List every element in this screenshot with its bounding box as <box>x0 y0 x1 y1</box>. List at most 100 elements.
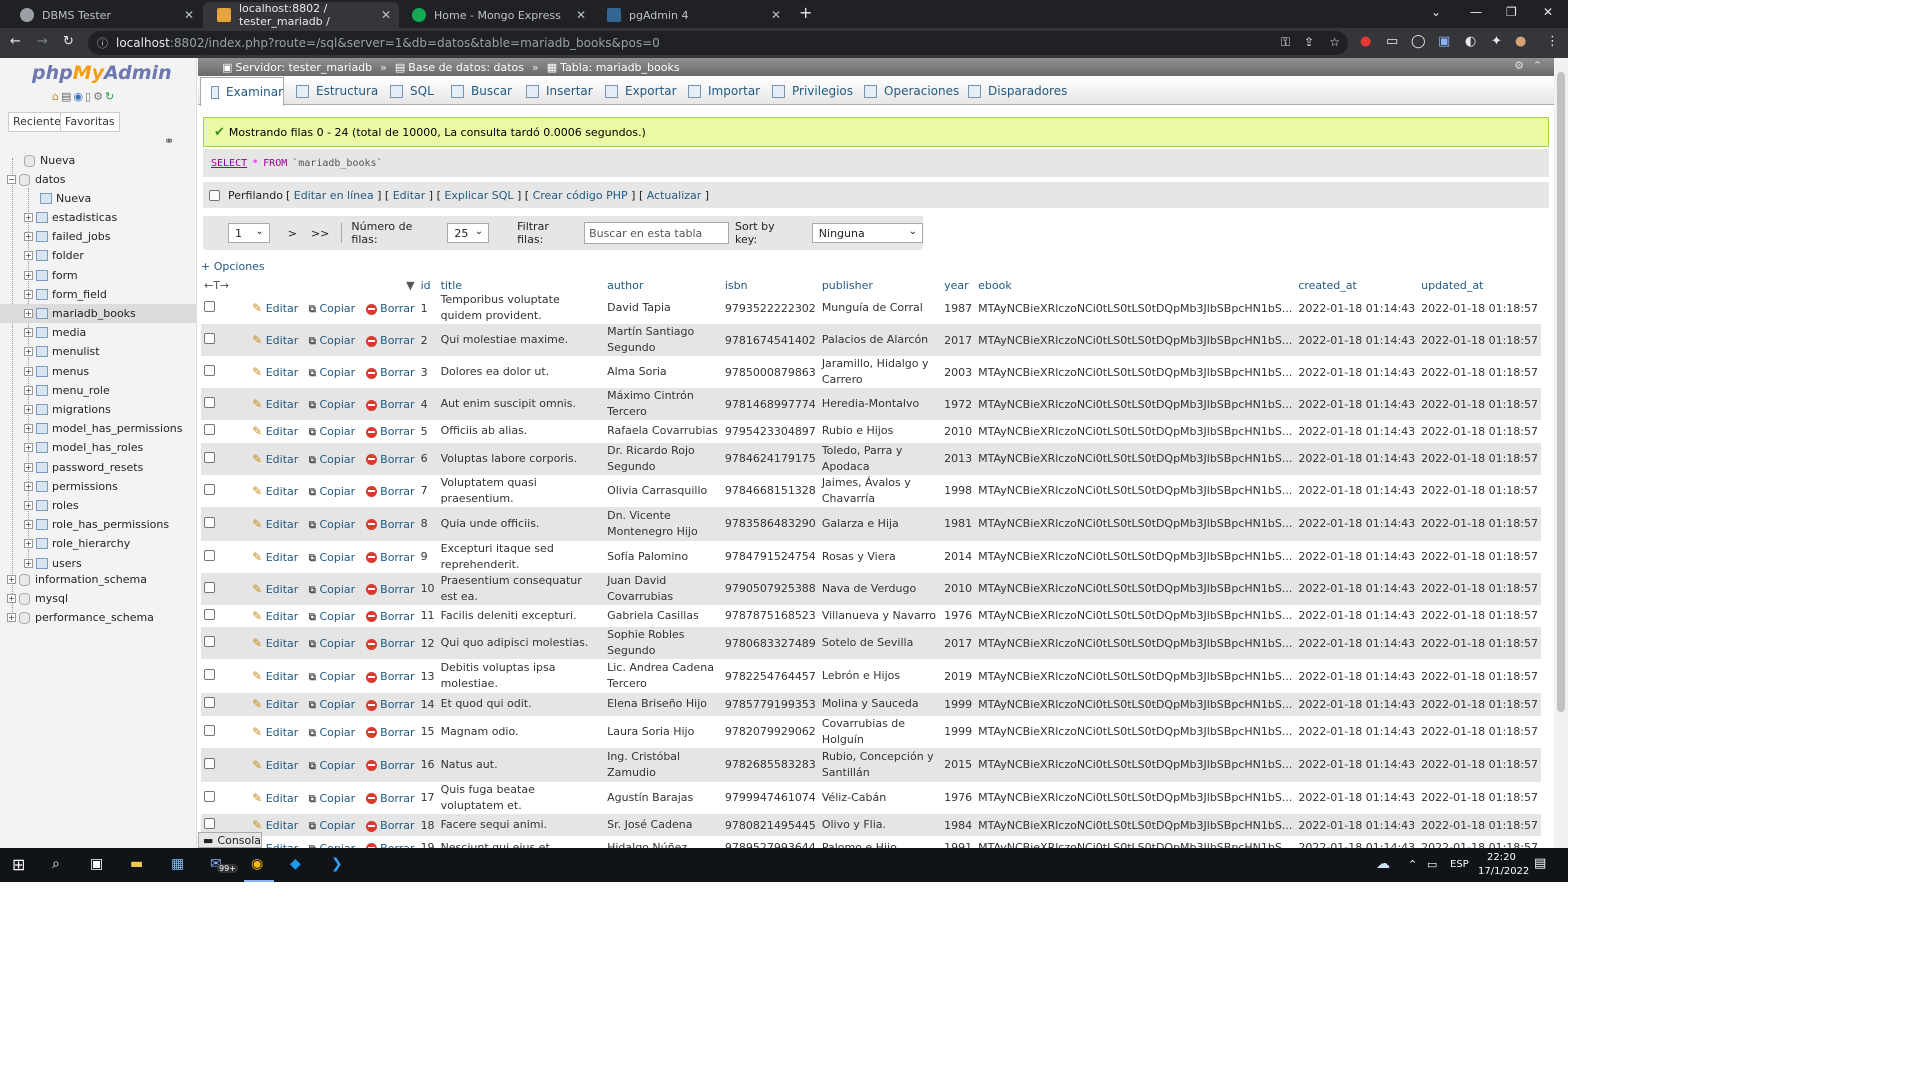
sort-select[interactable]: Ninguna ⌄ <box>811 223 924 243</box>
delete-row-link[interactable]: Borrar <box>380 551 414 564</box>
restore-button[interactable]: ❐ <box>1506 5 1517 19</box>
cell-created-at[interactable]: 2022-01-18 01:14:43 <box>1295 420 1419 443</box>
cell-isbn[interactable]: 9781674541402 <box>721 324 819 356</box>
tray-chevron-icon[interactable]: ⌃ <box>1408 858 1417 871</box>
cell-created-at[interactable]: 2022-01-18 01:14:43 <box>1295 813 1419 837</box>
edit-row-link[interactable]: Editar <box>266 425 299 438</box>
cell-isbn[interactable]: 9782079929062 <box>721 715 819 748</box>
tree-table-item[interactable]: + model_has_roles <box>0 438 196 457</box>
cell-year[interactable]: 1976 <box>941 604 976 628</box>
extension-circle-icon[interactable]: ◯ <box>1411 34 1426 49</box>
cell-publisher[interactable]: Jaimes, Ávalos y Chavarría <box>818 474 942 507</box>
cell-author[interactable]: Dr. Ricardo Rojo Segundo <box>604 442 722 475</box>
cell-id[interactable]: 6 <box>417 442 438 475</box>
col-header-isbn[interactable]: isbn <box>721 278 819 292</box>
copy-row-link[interactable]: Copiar <box>319 698 355 711</box>
breadcrumb-table[interactable]: Tabla: mariadb_books <box>560 61 679 74</box>
cell-updated-at[interactable]: 2022-01-18 01:18:57 <box>1418 693 1541 716</box>
extensions-puzzle-icon[interactable]: ✦ <box>1491 34 1502 49</box>
cell-isbn[interactable]: 9784791524754 <box>721 540 819 573</box>
cell-updated-at[interactable]: 2022-01-18 01:18:57 <box>1418 572 1541 605</box>
cell-author[interactable]: Hidalgo Núñez <box>604 836 722 848</box>
cell-publisher[interactable]: Heredia-Montalvo <box>818 388 942 420</box>
delete-row-link[interactable]: Borrar <box>380 518 414 531</box>
cell-title[interactable]: Praesentium consequatur est ea. <box>437 572 605 605</box>
col-header-title[interactable]: title <box>437 278 605 292</box>
cell-updated-at[interactable]: 2022-01-18 01:18:57 <box>1418 836 1541 848</box>
expand-icon[interactable]: + <box>7 575 16 584</box>
cell-isbn[interactable]: 9785000879863 <box>721 356 819 388</box>
expand-icon[interactable]: + <box>24 424 33 434</box>
cell-year[interactable]: 2003 <box>941 356 976 388</box>
cell-ebook[interactable]: MTAyNCBieXRlczoNCi0tLS0tLS0tDQpMb3JlbSBp… <box>975 292 1296 324</box>
row-checkbox[interactable] <box>204 669 215 681</box>
edit-row-link[interactable]: Editar <box>266 610 299 623</box>
cell-year[interactable]: 1972 <box>941 388 976 420</box>
cell-title[interactable]: Voluptas labore corporis. <box>437 442 605 475</box>
docker-icon[interactable]: ◆ <box>290 856 301 872</box>
expand-icon[interactable]: + <box>24 558 33 568</box>
edit-row-link[interactable]: Editar <box>266 453 299 466</box>
cell-id[interactable]: 11 <box>417 604 438 628</box>
cell-created-at[interactable]: 2022-01-18 01:14:43 <box>1295 659 1419 694</box>
cell-title[interactable]: Facilis deleniti excepturi. <box>437 604 605 628</box>
menu-dots-icon[interactable]: ⋮ <box>1546 34 1559 49</box>
cell-year[interactable]: 1981 <box>941 506 976 541</box>
cell-created-at[interactable]: 2022-01-18 01:14:43 <box>1295 627 1419 660</box>
cell-created-at[interactable]: 2022-01-18 01:14:43 <box>1295 356 1419 388</box>
edit-row-link[interactable]: Editar <box>266 698 299 711</box>
expand-icon[interactable]: + <box>24 328 33 338</box>
row-checkbox[interactable] <box>204 516 215 528</box>
collapse-icon[interactable]: − <box>7 175 16 184</box>
cell-ebook[interactable]: MTAyNCBieXRlczoNCi0tLS0tLS0tDQpMb3JlbSBp… <box>975 836 1296 848</box>
breadcrumb-server[interactable]: Servidor: tester_mariadb <box>235 61 372 74</box>
extension-cast-icon[interactable]: ▭ <box>1386 34 1398 49</box>
copy-row-link[interactable]: Copiar <box>319 453 355 466</box>
expand-icon[interactable]: + <box>24 347 33 357</box>
cell-title[interactable]: Debitis voluptas ipsa molestiae. <box>437 659 605 694</box>
window-close-button[interactable]: ✕ <box>1543 5 1553 19</box>
cell-isbn[interactable]: 9780821495445 <box>721 813 819 837</box>
tree-table-item[interactable]: + role_hierarchy <box>0 534 196 553</box>
home-icon[interactable]: ⌂ <box>52 90 61 103</box>
tree-db-datos[interactable]: − datos <box>0 170 66 189</box>
tree-database-item[interactable]: + mysql <box>0 589 68 608</box>
cell-publisher[interactable]: Palomo e Hijo <box>818 836 942 848</box>
task-view-icon[interactable]: ▣ <box>90 856 103 872</box>
cell-title[interactable]: Excepturi itaque sed reprehenderit. <box>437 540 605 573</box>
cell-created-at[interactable]: 2022-01-18 01:14:43 <box>1295 747 1419 782</box>
cell-isbn[interactable]: 9795423304897 <box>721 420 819 443</box>
cell-ebook[interactable]: MTAyNCBieXRlczoNCi0tLS0tLS0tDQpMb3JlbSBp… <box>975 388 1296 420</box>
copy-row-link[interactable]: Copiar <box>319 583 355 596</box>
cell-id[interactable]: 9 <box>417 540 438 573</box>
cell-updated-at[interactable]: 2022-01-18 01:18:57 <box>1418 540 1541 573</box>
filter-input[interactable]: Buscar en esta tabla <box>584 222 730 244</box>
cell-year[interactable]: 2019 <box>941 659 976 694</box>
row-checkbox[interactable] <box>204 697 215 709</box>
cell-year[interactable]: 1999 <box>941 693 976 716</box>
cell-id[interactable]: 13 <box>417 659 438 694</box>
edit-link[interactable]: Editar <box>393 189 426 202</box>
cell-created-at[interactable]: 2022-01-18 01:14:43 <box>1295 388 1419 420</box>
copy-row-link[interactable]: Copiar <box>319 398 355 411</box>
row-checkbox[interactable] <box>204 483 215 495</box>
page-select[interactable]: 1 ⌄ <box>228 223 270 243</box>
delete-row-link[interactable]: Borrar <box>380 485 414 498</box>
profile-avatar[interactable]: ● <box>1515 34 1526 49</box>
cell-author[interactable]: Sofía Palomino <box>604 540 722 573</box>
cell-updated-at[interactable]: 2022-01-18 01:18:57 <box>1418 506 1541 541</box>
cell-year[interactable]: 2010 <box>941 420 976 443</box>
cell-publisher[interactable]: Véliz-Cabán <box>818 781 942 814</box>
cell-created-at[interactable]: 2022-01-18 01:14:43 <box>1295 474 1419 507</box>
tree-table-item[interactable]: + permissions <box>0 477 196 496</box>
minimize-button[interactable]: — <box>1470 5 1482 19</box>
cell-isbn[interactable]: 9780683327489 <box>721 627 819 660</box>
tree-table-item[interactable]: + roles <box>0 496 196 515</box>
delete-row-link[interactable]: Borrar <box>380 453 414 466</box>
cell-publisher[interactable]: Covarrubias de Holguín <box>818 715 942 748</box>
extension-dark-icon[interactable]: ◐ <box>1465 34 1476 49</box>
docs-icon[interactable]: ▯ <box>85 90 93 103</box>
explain-sql-link[interactable]: Explicar SQL <box>444 189 513 202</box>
cell-title[interactable]: Voluptatem quasi praesentium. <box>437 474 605 507</box>
tree-table-item[interactable]: + menu_role <box>0 381 196 400</box>
